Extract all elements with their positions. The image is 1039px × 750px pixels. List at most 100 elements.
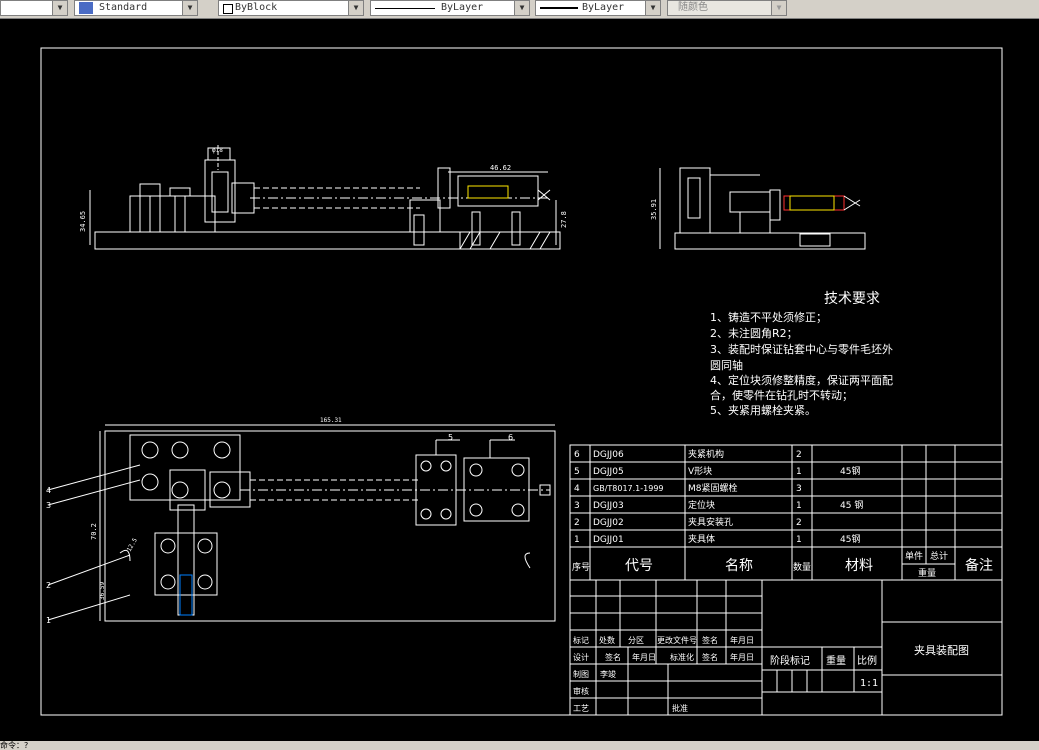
bom-3-name: 定位块 <box>688 499 715 511</box>
chevron-down-icon: ▼ <box>182 1 197 15</box>
tb-r2-5: 年月日 <box>730 652 754 662</box>
tb-r3b: 李竣 <box>600 669 616 679</box>
text-style-value: Standard <box>99 2 148 13</box>
text-style-dropdown[interactable]: Standard ▼ <box>74 0 198 16</box>
lineweight-value: ByLayer <box>582 2 625 13</box>
tb-r2-4: 签名 <box>702 652 718 662</box>
tb-r2-0: 设计 <box>573 652 589 662</box>
bom-5-no: 5 <box>574 467 580 477</box>
tech-line-6: 合，使零件在钻孔时不转动； <box>710 388 853 402</box>
dim-front-right-height: 27.8 <box>560 211 568 228</box>
linetype-sample-icon <box>375 8 435 9</box>
dim-plan-small: 12.5 <box>126 537 139 553</box>
bom-3-no: 3 <box>574 501 580 511</box>
tb-r1-0: 标记 <box>573 635 589 645</box>
tb-r1-4: 签名 <box>702 635 718 645</box>
text-style-icon <box>79 2 93 14</box>
tb-r2-3: 标准化 <box>670 652 694 662</box>
bom-4-qty: 3 <box>796 484 802 494</box>
tb-r1-1: 处数 <box>599 635 615 645</box>
properties-toolbar: ▼ Standard ▼ ByBlock ▼ ByLayer ▼ ByLayer… <box>0 0 1039 19</box>
chevron-down-icon: ▼ <box>645 1 660 15</box>
plotstyle-value: 随颜色 <box>678 2 708 13</box>
bom-5-code: DGJJ05 <box>593 467 624 477</box>
tb-r1-2: 分区 <box>628 636 644 645</box>
dim-side-height: 35.91 <box>650 199 658 220</box>
bom-header-weight: 重量 <box>918 567 936 579</box>
tech-line-3: 3、装配时保证钻套中心与零件毛坯外 <box>710 342 893 356</box>
plotstyle-dropdown[interactable]: 随颜色 ▼ <box>667 0 787 16</box>
chevron-down-icon: ▼ <box>771 1 786 15</box>
bom-2-name: 夹具安装孔 <box>688 516 733 528</box>
linetype-value: ByLayer <box>441 2 484 13</box>
bom-2-code: DGJJ02 <box>593 518 624 528</box>
command-line[interactable]: 命令：? <box>0 741 1039 750</box>
bom-header-total: 总计 <box>930 550 948 562</box>
plan-view <box>47 424 556 622</box>
bom-header-single: 单件 <box>905 550 923 562</box>
tb-scale-val: 1:1 <box>860 678 878 689</box>
lineweight-dropdown[interactable]: ByLayer ▼ <box>535 0 661 16</box>
balloon-1: 1 <box>46 616 51 625</box>
chevron-down-icon: ▼ <box>348 1 363 15</box>
bom-4-code: GB/T8017.1-1999 <box>593 484 664 493</box>
bom-3-qty: 1 <box>796 501 802 511</box>
bom-header-qty: 数量 <box>793 561 811 573</box>
balloon-4: 4 <box>46 486 51 495</box>
bom-header-name: 名称 <box>725 558 753 574</box>
tb-drawing-name: 夹具装配图 <box>914 644 969 657</box>
side-view <box>659 167 866 250</box>
linetype-dropdown[interactable]: ByLayer ▼ <box>370 0 530 16</box>
dim-front-width: 46.62 <box>490 164 511 172</box>
bom-1-no: 1 <box>574 535 580 545</box>
bom-3-material: 45 钢 <box>840 499 863 511</box>
tech-line-5: 4、定位块须修整精度，保证两平面配 <box>710 373 893 387</box>
tech-line-4: 圆同轴 <box>710 358 743 372</box>
bom-1-name: 夹具体 <box>688 533 715 545</box>
bom-1-qty: 1 <box>796 535 802 545</box>
tb-scale: 比例 <box>857 654 877 667</box>
tb-r5a: 工艺 <box>573 704 589 713</box>
bom-header-no: 序号 <box>572 561 590 573</box>
balloon-2: 2 <box>46 581 51 590</box>
dim-plan-height-a: 70.2 <box>90 523 98 540</box>
bom-3-code: DGJJ03 <box>593 501 624 511</box>
tb-stage: 阶段标记 <box>770 654 810 667</box>
tb-r2-1: 签名 <box>605 652 621 662</box>
tb-r1-3: 更改文件号 <box>657 635 697 645</box>
balloon-3: 3 <box>46 501 51 510</box>
dim-front-small: φ18 <box>212 147 223 154</box>
bom-6-name: 夹紧机构 <box>688 448 724 460</box>
tb-r1-5: 年月日 <box>730 635 754 645</box>
dim-plan-width: 165.31 <box>320 417 342 424</box>
tech-line-7: 5、夹紧用螺栓夹紧。 <box>710 403 816 417</box>
tb-weight: 重量 <box>826 654 846 667</box>
tb-r2-2: 年月日 <box>632 652 656 662</box>
lineweight-sample-icon <box>540 7 578 9</box>
bom-5-name: V形块 <box>688 465 712 477</box>
balloon-6: 6 <box>508 433 513 442</box>
tech-line-2: 2、未注圆角R2； <box>710 326 798 340</box>
tb-r4: 审核 <box>573 686 589 696</box>
textstyle-dropdown-stub[interactable]: ▼ <box>0 0 68 16</box>
bom-header-remark: 备注 <box>965 557 993 574</box>
drawing-canvas[interactable]: 46.62 34.65 27.8 φ18 35.91 技术要求 1、铸造不平处须… <box>0 18 1039 741</box>
bom-5-material: 45钢 <box>840 465 860 477</box>
command-prompt: 命令：? <box>0 741 29 750</box>
bom-header-code: 代号 <box>625 558 653 574</box>
tech-line-1: 1、铸造不平处须修正； <box>710 310 827 324</box>
bom-header-material: 材料 <box>845 558 873 574</box>
bom-1-code: DGJJ01 <box>593 535 624 545</box>
color-dropdown[interactable]: ByBlock ▼ <box>218 0 364 16</box>
bom-2-qty: 2 <box>796 518 802 528</box>
front-view <box>89 145 561 250</box>
tb-r5b: 批准 <box>672 703 688 713</box>
bom-6-qty: 2 <box>796 450 802 460</box>
tb-r3a: 制图 <box>573 669 589 679</box>
bom-4-name: M8紧固螺栓 <box>688 482 738 494</box>
chevron-down-icon: ▼ <box>52 1 67 15</box>
balloon-5: 5 <box>448 433 453 442</box>
bom-2-no: 2 <box>574 518 580 528</box>
dim-plan-height-b: 36.59 <box>99 582 106 600</box>
tech-requirements-title: 技术要求 <box>824 291 880 307</box>
